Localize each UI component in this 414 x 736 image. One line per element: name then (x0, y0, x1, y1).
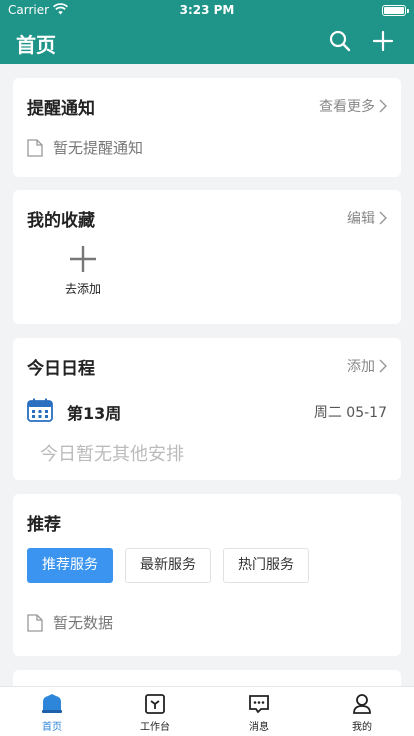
schedule-empty-text: 今日暂无其他安排 (40, 444, 184, 465)
next-card (13, 670, 401, 686)
plus-icon (70, 246, 96, 272)
schedule-card: 今日日程 添加 第13周 周二 05-17 今日暂无其他安排 (13, 338, 401, 480)
recommend-tabs: 推荐服务 最新服务 热门服务 (27, 548, 321, 583)
edit-label: 编辑 (347, 211, 375, 227)
user-icon (353, 694, 371, 714)
recommend-empty-text: 暂无数据 (53, 614, 114, 632)
clock: 3:23 PM (179, 3, 235, 17)
plus-icon[interactable] (371, 29, 395, 53)
chevron-right-icon (379, 359, 387, 373)
tab-bar: 首页 工作台 消息 我的 (0, 686, 414, 736)
home-icon (42, 694, 62, 713)
document-icon (27, 138, 43, 157)
week-number: 第13周 (67, 404, 122, 423)
document-icon (27, 613, 43, 632)
edit-favorites-link[interactable]: 编辑 (347, 208, 387, 228)
tabbar-item-workbench[interactable]: 工作台 (125, 693, 185, 733)
schedule-title: 今日日程 (27, 359, 95, 379)
tabbar-label-home: 首页 (42, 722, 62, 733)
tabbar-item-profile[interactable]: 我的 (332, 693, 392, 733)
favorites-title: 我的收藏 (27, 211, 95, 231)
home-content[interactable]: 提醒通知 查看更多 暂无提醒通知 我的收藏 编辑 去添加 今日日程 添加 第13… (0, 64, 414, 686)
add-schedule-label: 添加 (347, 359, 375, 375)
tab-recommended-services[interactable]: 推荐服务 (27, 548, 113, 583)
reminders-card: 提醒通知 查看更多 暂无提醒通知 (13, 78, 401, 177)
reminders-empty-text: 暂无提醒通知 (53, 139, 144, 157)
calendar-icon (27, 398, 53, 422)
chevron-right-icon (379, 99, 387, 113)
nav-bar: 首页 (0, 20, 414, 64)
battery-icon (382, 5, 409, 16)
recommend-card: 推荐 推荐服务 最新服务 热门服务 暂无数据 (13, 494, 401, 656)
tabbar-label-profile: 我的 (352, 722, 372, 733)
today-date: 周二 05-17 (313, 405, 387, 421)
view-more-label: 查看更多 (319, 99, 375, 115)
favorites-card: 我的收藏 编辑 去添加 (13, 190, 401, 324)
chevron-right-icon (379, 211, 387, 225)
message-icon (249, 695, 269, 714)
add-favorite-label: 去添加 (64, 282, 101, 296)
add-favorite-button[interactable]: 去添加 (51, 244, 115, 297)
week-row: 第13周 周二 05-17 (27, 398, 387, 424)
tab-latest-services[interactable]: 最新服务 (125, 548, 211, 583)
tabbar-item-home[interactable]: 首页 (22, 693, 82, 733)
page-title: 首页 (16, 33, 56, 57)
workbench-icon (145, 694, 165, 714)
recommend-title: 推荐 (27, 515, 61, 535)
tabbar-label-workbench: 工作台 (140, 722, 170, 733)
status-bar: Carrier 3:23 PM (0, 0, 414, 20)
view-more-link[interactable]: 查看更多 (319, 96, 387, 116)
tabbar-label-messages: 消息 (249, 722, 269, 733)
reminders-empty: 暂无提醒通知 (27, 137, 143, 158)
reminders-title: 提醒通知 (27, 99, 95, 119)
search-icon[interactable] (328, 29, 352, 53)
recommend-empty: 暂无数据 (27, 612, 113, 633)
add-schedule-link[interactable]: 添加 (347, 356, 387, 376)
tabbar-item-messages[interactable]: 消息 (229, 693, 289, 733)
tab-popular-services[interactable]: 热门服务 (223, 548, 309, 583)
